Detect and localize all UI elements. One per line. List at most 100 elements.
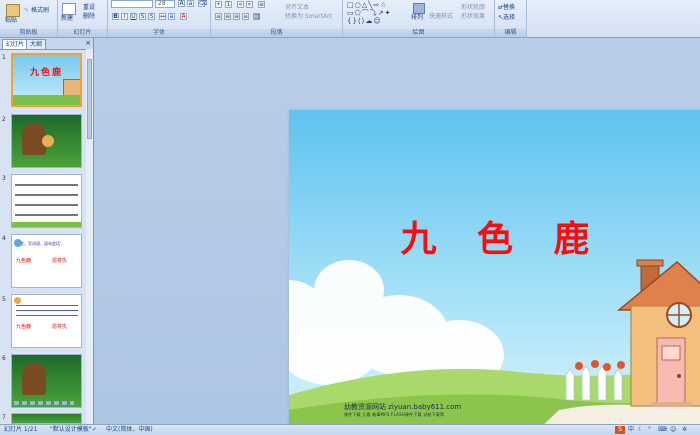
shapes-gallery[interactable]: □○△╲⇨☆ ▭⬠⌒⤵↗✦ {}⟨⟩☁☺ xyxy=(347,1,403,25)
new-slide-label: 新建 xyxy=(61,15,74,22)
font-group-label: 字体 xyxy=(108,29,210,37)
thumb-word: 恩将仇 xyxy=(52,258,68,264)
thumb-text: 识字、写词语、读句会话： xyxy=(16,241,64,246)
thumb-decoration xyxy=(14,297,21,304)
shape-effects-button[interactable]: 形状效果 xyxy=(461,13,485,21)
align-center-icon[interactable]: ≡ xyxy=(224,13,231,20)
italic-icon[interactable]: I xyxy=(121,13,128,20)
shadow-icon[interactable]: S xyxy=(148,13,155,20)
line-spacing-icon[interactable]: ≡ xyxy=(258,1,265,8)
slide-number: 4 xyxy=(2,235,6,242)
font-size-combo[interactable]: 28 xyxy=(155,0,175,8)
slide-number: 2 xyxy=(2,116,6,123)
strikethrough-icon[interactable]: S xyxy=(139,13,146,20)
quick-styles-label: 快速样式 xyxy=(429,13,454,20)
thumb-tree xyxy=(22,363,46,395)
paste-button[interactable]: 粘贴 xyxy=(5,4,20,25)
thumb-buttons xyxy=(14,401,74,405)
arrange-button[interactable]: 排列 xyxy=(411,3,425,22)
font-color-icon[interactable]: A xyxy=(180,13,187,20)
bullets-icon[interactable]: • xyxy=(215,1,222,8)
slide-number: 1 xyxy=(2,54,6,61)
shape-outline-label: 形状轮廓 xyxy=(461,4,486,11)
slide-thumbnail-7[interactable] xyxy=(11,413,82,424)
delete-slide-label: 删除 xyxy=(83,13,96,20)
slide-footer-links: 课件下载 儿歌 故事MP3 FLASH课件下载 试卷下载等 xyxy=(344,412,445,417)
new-slide-button[interactable]: 新建 xyxy=(61,3,76,23)
shape-effects-label: 形状效果 xyxy=(461,13,486,20)
tab-slides[interactable]: 幻灯片 xyxy=(2,39,29,49)
slide-background xyxy=(289,110,700,429)
thumb-word: 九色鹿 xyxy=(16,258,32,264)
format-painter-label: 格式刷 xyxy=(30,7,49,14)
slide-thumbnail-2[interactable] xyxy=(11,114,82,168)
justify-icon[interactable]: ≡ xyxy=(242,13,249,20)
slide-thumbnail-1[interactable]: 九色鹿 xyxy=(11,53,82,107)
editing-group-label: 编辑 xyxy=(495,29,526,37)
replace-label: 替换 xyxy=(503,4,516,11)
slide-thumbnail-4[interactable]: 识字、写词语、读句会话： 九色鹿 恩将仇 xyxy=(11,234,82,288)
thumb-word: 九色鹿 xyxy=(16,324,32,330)
convert-smartart-button[interactable]: 转换为 SmartArt xyxy=(285,13,332,21)
shrink-font-icon[interactable]: a xyxy=(187,0,194,7)
status-bar: 幻灯片 1/21 "默认设计模板" ✓ 中文(简体，中国) S 中 ☾ ° ⌨ … xyxy=(0,424,700,435)
underline-icon[interactable]: U xyxy=(130,13,137,20)
grow-font-icon[interactable]: A xyxy=(178,0,185,7)
tab-outline-label: 大纲 xyxy=(30,41,43,48)
select-button[interactable]: ↖选择 xyxy=(498,14,515,22)
thumb-deer xyxy=(42,135,54,147)
ribbon: 粘贴 ✎ 格式刷 剪贴板 新建 重设 删除 幻灯片 28 A a ⌫ B I U… xyxy=(0,0,700,38)
font-name-combo[interactable] xyxy=(111,0,153,8)
clipboard-group-label: 剪贴板 xyxy=(0,29,57,37)
case-icon[interactable]: a xyxy=(168,13,175,20)
align-text-label: 对齐文本 xyxy=(285,4,310,11)
slide-number: 6 xyxy=(2,355,6,362)
replace-button[interactable]: ⇄替换 xyxy=(498,4,515,12)
thumb-word-grid xyxy=(15,181,78,221)
reset-label: 重设 xyxy=(83,4,96,11)
select-label: 选择 xyxy=(503,14,516,21)
thumb-text-lines xyxy=(16,303,78,317)
paste-label: 粘贴 xyxy=(5,17,18,24)
shape-outline-button[interactable]: 形状轮廓 xyxy=(461,4,485,12)
thumb-title: 九色鹿 xyxy=(29,68,63,78)
convert-smartart-label: 转换为 SmartArt xyxy=(285,13,332,20)
slide-number: 3 xyxy=(2,175,6,182)
slide-footer-site: 幼教资源网站 ziyuan.baby611.com xyxy=(344,403,462,411)
slides-group-label: 幻灯片 xyxy=(58,29,107,37)
slide-thumbnail-5[interactable]: 九色鹿 恩将仇 xyxy=(11,294,82,348)
drawing-group-label: 绘图 xyxy=(343,29,494,37)
new-slide-icon xyxy=(62,3,76,15)
close-panel-icon[interactable]: × xyxy=(85,39,91,47)
clear-format-icon[interactable]: ⌫ xyxy=(198,0,207,7)
format-painter-button[interactable]: ✎ 格式刷 xyxy=(24,7,49,15)
align-text-button[interactable]: 对齐文本 xyxy=(285,4,309,12)
panel-scrollbar-thumb[interactable] xyxy=(87,59,92,139)
reset-button[interactable]: 重设 xyxy=(83,4,95,12)
font-size-value: 28 xyxy=(158,0,166,7)
arrange-icon xyxy=(413,3,425,14)
slide-thumbnail-3[interactable] xyxy=(11,174,82,228)
slide-editing-area: 九 色 鹿 幼教资源网站 ziyuan.baby611.com 课件下载 儿歌 … xyxy=(94,38,700,429)
current-slide[interactable]: 九 色 鹿 幼教资源网站 ziyuan.baby611.com 课件下载 儿歌 … xyxy=(289,110,700,429)
ime-icon[interactable]: S xyxy=(615,426,625,434)
increase-indent-icon[interactable]: » xyxy=(246,1,253,8)
align-right-icon[interactable]: ≡ xyxy=(233,13,240,20)
align-left-icon[interactable]: ≡ xyxy=(215,13,222,20)
tab-outline[interactable]: 大纲 xyxy=(26,39,47,49)
spacing-icon[interactable]: ↔ xyxy=(159,13,166,20)
slide-title[interactable]: 九 色 鹿 xyxy=(289,210,700,262)
delete-slide-button[interactable]: 删除 xyxy=(83,13,95,21)
panel-scrollbar[interactable] xyxy=(86,49,93,424)
numbering-icon[interactable]: 1 xyxy=(225,1,232,8)
decrease-indent-icon[interactable]: « xyxy=(237,1,244,8)
bold-icon[interactable]: B xyxy=(112,13,119,20)
paragraph-group: • 1 « » ≡ ≡ ≡ ≡ ≡ ▥ 对齐文本 转换为 SmartArt 段落 xyxy=(211,0,343,37)
slide-number: 7 xyxy=(2,414,6,421)
quick-styles-button[interactable]: 快速样式 xyxy=(429,13,453,21)
slides-panel: 幻灯片 大纲 × 1 九色鹿 2 3 4 识字、写词语、读句会话： 九色鹿 恩将… xyxy=(0,38,94,424)
slide-thumbnail-6[interactable] xyxy=(11,354,82,408)
columns-icon[interactable]: ▥ xyxy=(253,13,260,20)
paste-icon xyxy=(6,4,20,17)
thumb-decoration xyxy=(14,239,22,247)
